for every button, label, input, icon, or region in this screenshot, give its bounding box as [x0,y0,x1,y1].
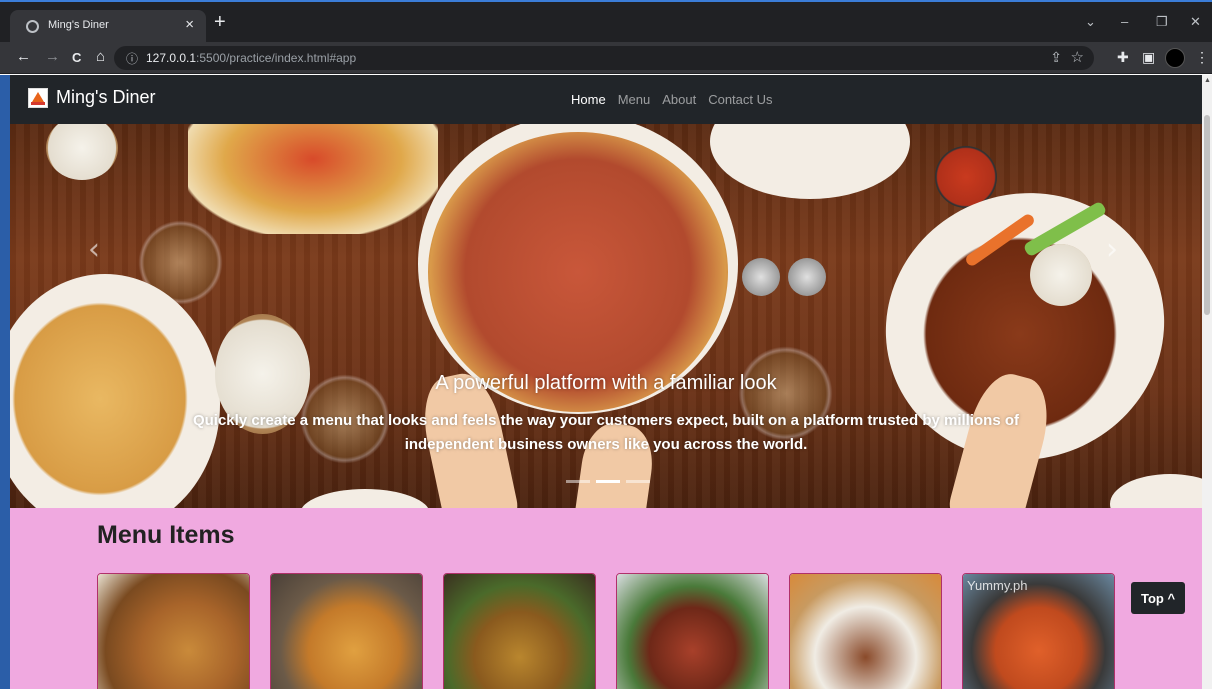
pepper-shaker-image [788,258,826,296]
caption-text: Quickly create a menu that looks and fee… [192,412,1020,453]
site-brand[interactable]: Ming's Diner [28,87,155,108]
side-panel-icon[interactable]: ▣ [1142,49,1155,66]
home-icon[interactable]: ⌂ [96,48,105,65]
nav-link-about[interactable]: About [662,92,696,107]
brand-name: Ming's Diner [56,87,156,107]
site-nav-links: Home Menu About Contact Us [571,92,773,107]
noodle-bowl-image [790,574,941,689]
site-info-icon[interactable]: ⓘ [126,50,138,67]
url-path: :5500/practice/index.html#app [196,51,357,65]
menu-card[interactable] [443,573,596,689]
menu-section-title: Menu Items [97,521,235,549]
carousel-indicator-3[interactable] [626,480,650,483]
page-viewport: Ming's Diner Home Menu About Contact Us [10,75,1202,689]
scrollbar-thumb[interactable] [1204,115,1210,315]
menu-card[interactable] [97,573,250,689]
carousel-indicator-2[interactable] [596,480,620,483]
nachos-plate-image [188,124,438,234]
globe-icon [26,20,39,33]
menu-card[interactable] [616,573,769,689]
menu-card[interactable] [789,573,942,689]
tab-close-icon[interactable]: × [185,16,194,33]
window-edge [0,75,10,689]
caption-title: A powerful platform with a familiar look [435,372,777,394]
carousel-indicators [566,480,650,483]
ranch-dip-image [1030,244,1092,306]
bookmark-star-icon[interactable]: ☆ [1071,48,1084,66]
image-watermark: Yummy.ph [967,578,1028,593]
fried-chicken-image [98,574,249,689]
carousel-prev-button[interactable]: ‹ [88,232,100,267]
brand-logo-icon [28,87,48,108]
nav-link-contact[interactable]: Contact Us [708,92,772,107]
restore-button[interactable]: ❐ [1156,14,1168,30]
pizza-image [428,132,728,412]
salt-shaker-image [742,258,780,296]
sliced-meat-image [617,574,768,689]
menu-card[interactable]: Yummy.ph [962,573,1115,689]
tab-search-icon[interactable]: ⌄ [1085,14,1096,30]
site-navbar: Ming's Diner Home Menu About Contact Us [10,75,1202,124]
browser-tab[interactable]: Ming's Diner × [10,10,206,44]
browser-toolbar: ← → C ⌂ ⓘ 127.0.0.1:5500/practice/index.… [0,42,1212,74]
hero-carousel: ‹ › A powerful platform with a familiar … [10,124,1202,508]
close-window-button[interactable]: ✕ [1190,14,1201,30]
url-host: 127.0.0.1 [146,51,197,65]
carousel-next-button[interactable]: › [1106,232,1118,267]
reload-icon[interactable]: C [72,50,81,65]
biryani-image [271,574,422,689]
back-icon[interactable]: ← [16,48,31,65]
address-bar[interactable]: ⓘ 127.0.0.1:5500/practice/index.html#app… [114,46,1094,70]
nav-link-home[interactable]: Home [571,92,606,107]
scroll-up-icon[interactable]: ▲ [1204,77,1211,84]
carousel-caption: A powerful platform with a familiar look… [160,372,1052,457]
carousel-indicator-1[interactable] [566,480,590,483]
menu-card[interactable] [270,573,423,689]
minimize-button[interactable]: – [1121,14,1128,29]
extensions-icon[interactable]: ✚ [1117,49,1129,66]
tab-title: Ming's Diner [48,19,109,31]
browser-tab-bar: Ming's Diner × + ⌄ – ❐ ✕ [0,0,1212,44]
url-text: 127.0.0.1:5500/practice/index.html#app [146,51,356,65]
new-tab-button[interactable]: + [214,12,226,32]
browser-menu-icon[interactable]: ⋮ [1195,49,1209,66]
profile-avatar[interactable] [1165,48,1185,68]
nav-link-menu[interactable]: Menu [618,92,651,107]
forward-icon[interactable]: → [45,48,60,65]
back-to-top-button[interactable]: Top ^ [1131,582,1185,614]
page-scrollbar[interactable]: ▲ [1202,75,1212,689]
share-icon[interactable]: ⇪ [1050,49,1062,66]
falafel-image [444,574,595,689]
